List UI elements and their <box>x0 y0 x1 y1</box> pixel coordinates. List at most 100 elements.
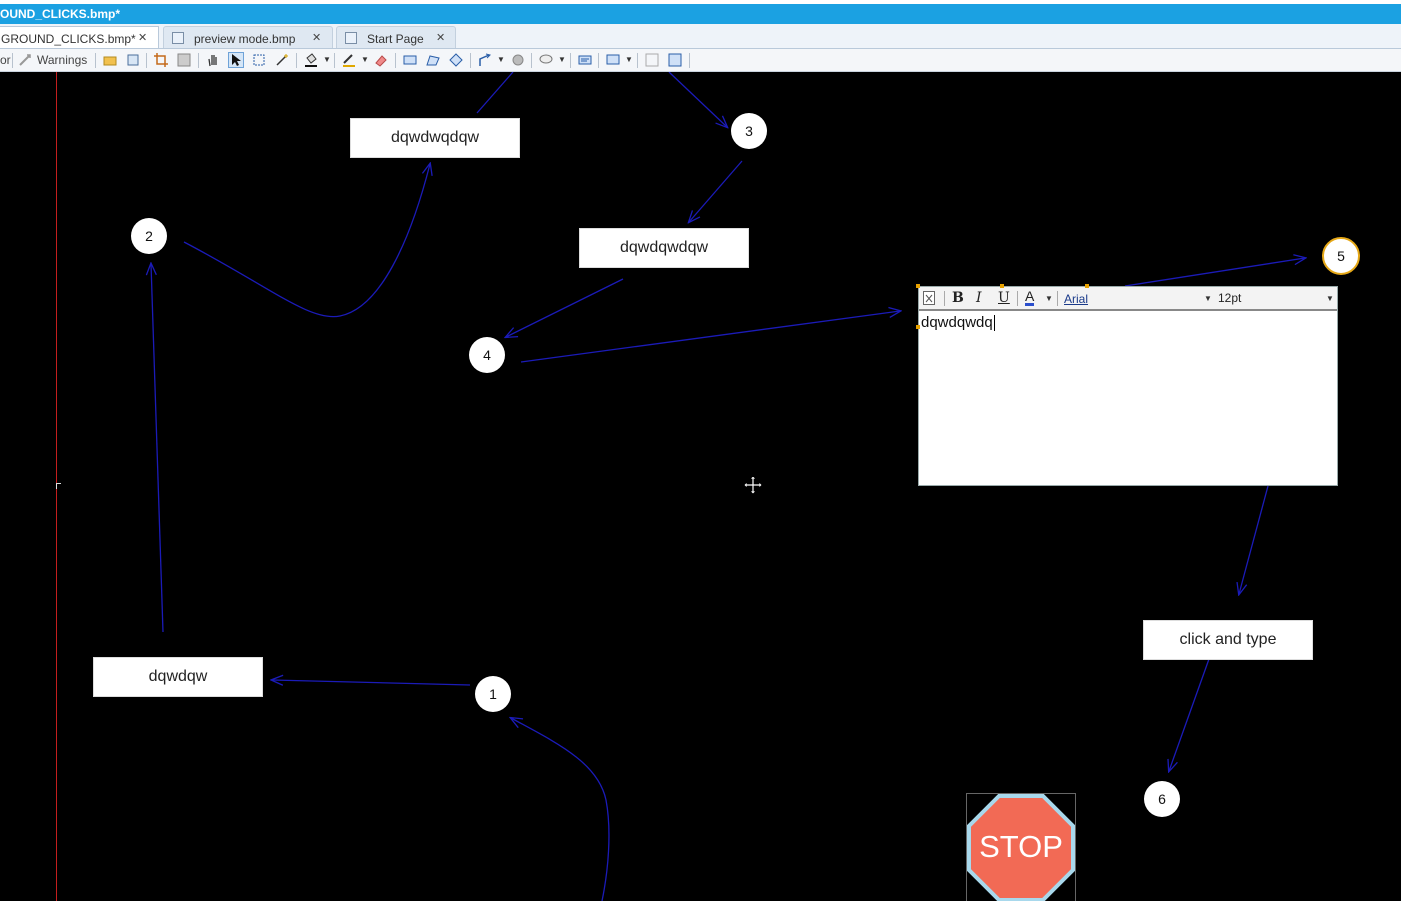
open-folder-icon[interactable] <box>102 52 118 68</box>
tab-label: preview mode.bmp <box>194 32 296 46</box>
page-icon <box>345 32 357 44</box>
chevron-down-icon[interactable]: ▼ <box>1204 294 1212 303</box>
ellipse-icon[interactable] <box>448 52 464 68</box>
step-marker-5[interactable]: 5 <box>1322 237 1360 275</box>
stamp-icon[interactable] <box>510 52 526 68</box>
image-canvas[interactable]: dqwdwqdqw dqwdqwdqw dqwdqw click and typ… <box>0 72 1401 901</box>
step-marker-1[interactable]: 1 <box>475 676 511 712</box>
font-family-select[interactable]: Arial <box>1064 292 1088 306</box>
fill-bucket-icon[interactable] <box>303 52 319 68</box>
step-marker-6[interactable]: 6 <box>1144 781 1180 817</box>
font-size-select[interactable]: 12pt <box>1218 291 1241 305</box>
warnings-button[interactable]: Warnings <box>37 53 87 67</box>
bold-button[interactable]: B <box>952 290 964 306</box>
chevron-down-icon[interactable]: ▼ <box>558 55 566 64</box>
text-box-step[interactable]: dqwdqwdqw <box>579 228 749 268</box>
pen-color-icon[interactable] <box>341 52 357 68</box>
resize-handle[interactable] <box>1085 284 1089 288</box>
text-box-options-icon[interactable] <box>923 291 935 309</box>
step-marker-2[interactable]: 2 <box>131 218 167 254</box>
text-box-label: dqwdwqdqw <box>390 129 480 146</box>
font-color-button[interactable]: A <box>1025 289 1035 306</box>
canvas-size-icon[interactable] <box>176 52 192 68</box>
tab-close-icon[interactable]: ✕ <box>436 31 445 44</box>
step-number: 6 <box>1158 791 1166 807</box>
step-marker-3[interactable]: 3 <box>731 113 767 149</box>
text-box-label: dqwdqwdqw <box>619 239 709 256</box>
image-file-icon <box>172 32 184 44</box>
rectangle-icon[interactable] <box>402 52 418 68</box>
toolbar-separator <box>198 53 199 68</box>
chevron-down-icon[interactable]: ▼ <box>361 55 369 64</box>
arrow-line <box>183 164 430 318</box>
toolbar-separator <box>12 53 13 68</box>
underline-button[interactable]: U <box>998 290 1010 306</box>
italic-button[interactable]: I <box>976 290 982 306</box>
drawing-toolbar: or Warnings ▼ ▼ ▼ ▼ ▼ <box>0 49 1401 72</box>
toolbar-separator <box>598 53 599 68</box>
callout-icon[interactable] <box>538 52 554 68</box>
toolbar-separator <box>296 53 297 68</box>
eraser-icon[interactable] <box>373 52 389 68</box>
pan-hand-icon[interactable] <box>205 52 221 68</box>
chevron-down-icon[interactable]: ▼ <box>625 55 633 64</box>
chevron-down-icon[interactable]: ▼ <box>1045 294 1053 303</box>
rotate-icon[interactable] <box>667 52 683 68</box>
arrow-line <box>476 72 514 114</box>
editor-text-content[interactable]: dqwdqwdq <box>921 315 995 331</box>
arrow-line <box>1239 485 1269 594</box>
toolbar-separator <box>1017 291 1018 306</box>
tab-close-icon[interactable]: ✕ <box>138 31 147 44</box>
text-box-step[interactable]: dqwdqw <box>93 657 263 697</box>
warnings-icon[interactable] <box>17 52 33 68</box>
tab-preview-mode[interactable]: preview mode.bmp ✕ <box>163 26 333 48</box>
arrow-line <box>506 278 624 337</box>
chevron-down-icon[interactable]: ▼ <box>497 55 505 64</box>
capture-icon[interactable] <box>125 52 141 68</box>
toolbar-separator <box>146 53 147 68</box>
resize-handle[interactable] <box>1000 284 1004 288</box>
toolbar-separator <box>95 53 96 68</box>
step-number: 3 <box>745 123 753 139</box>
inline-text-editor[interactable]: B I U A ▼ Arial ▼ 12pt ▼ dqwdqwdq <box>918 286 1338 486</box>
stop-sign-text: STOP <box>979 829 1063 864</box>
arrow-line <box>1169 658 1210 771</box>
window-title: OUND_CLICKS.bmp* <box>0 7 121 21</box>
stop-sign[interactable]: STOP <box>966 793 1076 901</box>
text-box-step[interactable]: dqwdwqdqw <box>350 118 520 158</box>
text-box-icon[interactable] <box>577 52 593 68</box>
chevron-down-icon[interactable]: ▼ <box>1326 294 1334 303</box>
polygon-icon[interactable] <box>425 52 441 68</box>
tab-start-page[interactable]: Start Page ✕ <box>336 26 456 48</box>
document-tab-bar: GROUND_CLICKS.bmp* ✕ preview mode.bmp ✕ … <box>0 24 1401 49</box>
toolbar-separator <box>334 53 335 68</box>
transform-icon[interactable] <box>644 52 660 68</box>
tab-label: Start Page <box>367 32 424 46</box>
tab-label: GROUND_CLICKS.bmp* <box>1 32 136 46</box>
toolbar-separator <box>531 53 532 68</box>
magic-wand-icon[interactable] <box>274 52 290 68</box>
arrow-line-icon[interactable] <box>477 52 493 68</box>
arrow-line <box>1124 258 1305 287</box>
chevron-down-icon[interactable]: ▼ <box>323 55 331 64</box>
screen-region-icon[interactable] <box>605 52 621 68</box>
step-number: 4 <box>483 347 491 363</box>
text-box-label: dqwdqw <box>148 668 208 685</box>
toolbar-separator <box>637 53 638 68</box>
text-box-step[interactable]: click and type <box>1143 620 1313 660</box>
select-arrow-icon[interactable] <box>228 52 244 68</box>
resize-handle[interactable] <box>916 284 920 288</box>
tab-close-icon[interactable]: ✕ <box>312 31 321 44</box>
title-bar: OUND_CLICKS.bmp* <box>0 0 1401 24</box>
text-box-label: click and type <box>1179 631 1277 648</box>
step-marker-4[interactable]: 4 <box>469 337 505 373</box>
marquee-select-icon[interactable] <box>251 52 267 68</box>
toolbar-separator <box>570 53 571 68</box>
tab-ground-clicks[interactable]: GROUND_CLICKS.bmp* ✕ <box>0 26 159 48</box>
resize-handle[interactable] <box>916 325 920 329</box>
arrow-line <box>520 311 900 363</box>
connector-arrows <box>0 72 1401 901</box>
crop-icon[interactable] <box>153 52 169 68</box>
arrow-line <box>511 718 610 901</box>
toolbar-separator <box>470 53 471 68</box>
